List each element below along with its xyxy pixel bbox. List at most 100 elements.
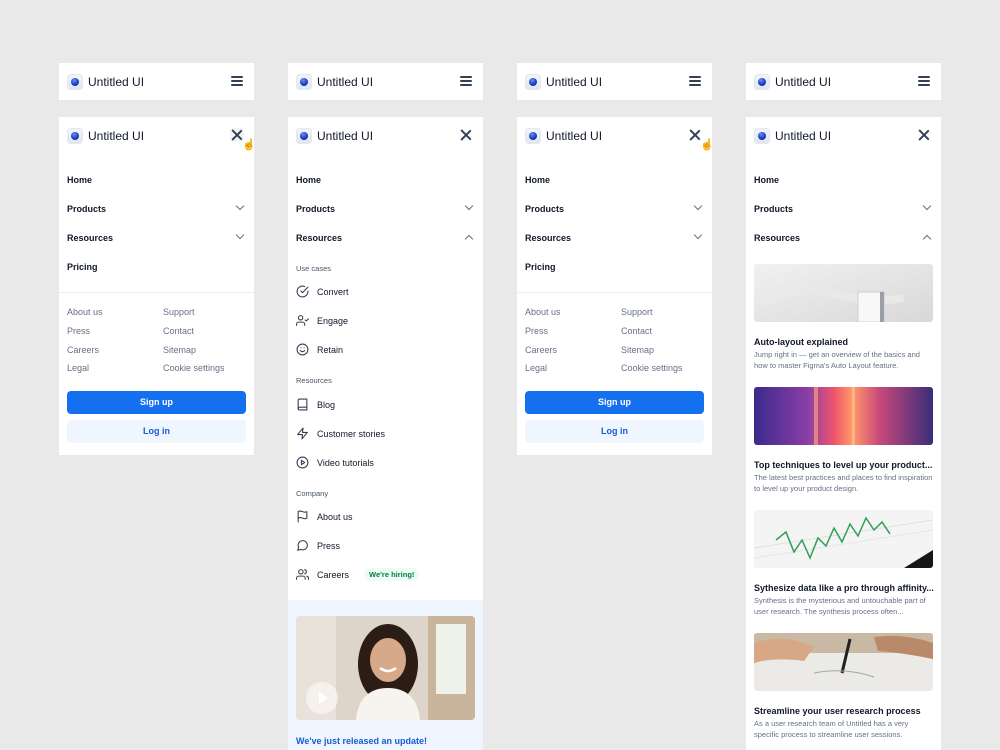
footer-link-cookie-settings[interactable]: Cookie settings xyxy=(163,363,225,373)
footer-link-sitemap[interactable]: Sitemap xyxy=(621,345,654,355)
login-button[interactable]: Log in xyxy=(67,420,246,443)
logo-icon xyxy=(296,128,312,144)
hamburger-menu-icon[interactable] xyxy=(918,76,930,86)
nav-pricing[interactable]: Pricing xyxy=(67,262,98,272)
footer-link-careers[interactable]: Careers xyxy=(525,345,557,355)
smile-icon xyxy=(296,343,309,356)
menu-header: Untitled UI xyxy=(59,117,254,154)
nav-resources[interactable]: Resources xyxy=(296,233,342,243)
article-description: Synthesis is the mysterious and untoucha… xyxy=(754,596,926,616)
nav-products[interactable]: Products xyxy=(754,204,793,214)
footer-link-press[interactable]: Press xyxy=(67,326,90,336)
nav-products[interactable]: Products xyxy=(525,204,564,214)
user-check-icon xyxy=(296,315,309,326)
menu-header: Untitled UI xyxy=(517,117,712,154)
mobile-header-closed-4: Untitled UI xyxy=(746,63,941,100)
logo-icon xyxy=(525,128,541,144)
logo-icon xyxy=(525,74,541,90)
chevron-down-icon[interactable] xyxy=(235,230,245,240)
mobile-header-closed-2: Untitled UI xyxy=(288,63,483,100)
article-image-auto-layout[interactable] xyxy=(754,264,933,322)
article-image-synthesize[interactable] xyxy=(754,510,933,568)
close-icon[interactable] xyxy=(917,128,931,142)
footer-link-about[interactable]: About us xyxy=(525,307,561,317)
signup-button[interactable]: Sign up xyxy=(525,391,704,414)
article-image-streamline[interactable] xyxy=(754,633,933,691)
nav-pricing[interactable]: Pricing xyxy=(525,262,556,272)
pointer-cursor-icon: ☝ xyxy=(700,139,714,151)
check-circle-icon xyxy=(296,285,309,298)
nav-home[interactable]: Home xyxy=(754,175,779,185)
footer-link-about[interactable]: About us xyxy=(67,307,103,317)
article-description: As a user research team of Untitled has … xyxy=(754,719,909,739)
mobile-menu-resources-articles: Untitled UI Home Products Resources Auto… xyxy=(746,117,941,750)
article-description: Jump right in — get an overview of the b… xyxy=(754,350,920,370)
footer-link-legal[interactable]: Legal xyxy=(67,363,89,373)
hamburger-menu-icon[interactable] xyxy=(689,76,701,86)
footer-link-contact[interactable]: Contact xyxy=(621,326,652,336)
article-title[interactable]: Auto-layout explained xyxy=(754,337,848,347)
nav-home[interactable]: Home xyxy=(67,175,92,185)
article-title[interactable]: Sythesize data like a pro through affini… xyxy=(754,583,934,593)
close-icon[interactable] xyxy=(459,128,473,142)
logo-icon xyxy=(67,128,83,144)
nav-products[interactable]: Products xyxy=(67,204,106,214)
video-thumbnail[interactable] xyxy=(296,616,475,720)
chevron-down-icon[interactable] xyxy=(235,201,245,211)
brand-name: Untitled UI xyxy=(546,75,603,89)
mobile-menu-resources-open: Untitled UI Home Products Resources Use … xyxy=(288,117,483,750)
logo-icon xyxy=(67,74,83,90)
footer-link-support[interactable]: Support xyxy=(621,307,653,317)
play-button-icon[interactable] xyxy=(306,682,338,714)
mobile-header-closed-3: Untitled UI xyxy=(517,63,712,100)
nav-home[interactable]: Home xyxy=(296,175,321,185)
message-circle-icon xyxy=(297,540,308,551)
brand-name: Untitled UI xyxy=(317,75,374,89)
brand-name: Untitled UI xyxy=(546,129,603,143)
nav-products[interactable]: Products xyxy=(296,204,335,214)
brand-name: Untitled UI xyxy=(88,75,145,89)
logo-icon xyxy=(296,74,312,90)
section-heading-company: Company xyxy=(296,489,329,498)
lightning-icon xyxy=(297,427,308,440)
section-heading-use-cases: Use cases xyxy=(296,264,332,273)
brand-name: Untitled UI xyxy=(317,129,374,143)
hiring-badge: We're hiring! xyxy=(364,568,420,581)
chevron-down-icon[interactable] xyxy=(693,230,703,240)
footer-link-support[interactable]: Support xyxy=(163,307,195,317)
hamburger-menu-icon[interactable] xyxy=(460,76,472,86)
brand-name: Untitled UI xyxy=(775,129,832,143)
chevron-up-icon[interactable] xyxy=(464,234,474,244)
login-button[interactable]: Log in xyxy=(525,420,704,443)
hamburger-menu-icon[interactable] xyxy=(231,76,243,86)
footer-link-press[interactable]: Press xyxy=(525,326,548,336)
footer-link-legal[interactable]: Legal xyxy=(525,363,547,373)
mobile-menu-open-3: Untitled UI ☝ Home Products Resources Pr… xyxy=(517,117,714,455)
footer-link-cookie-settings[interactable]: Cookie settings xyxy=(621,363,683,373)
section-heading-resources: Resources xyxy=(296,376,332,385)
article-image-techniques[interactable] xyxy=(754,387,933,445)
chevron-up-icon[interactable] xyxy=(922,234,932,244)
promo-section: We've just released an update! xyxy=(288,600,483,750)
menu-header: Untitled UI xyxy=(746,117,941,154)
nav-resources[interactable]: Resources xyxy=(525,233,571,243)
article-title[interactable]: Top techniques to level up your product.… xyxy=(754,460,932,470)
chevron-down-icon[interactable] xyxy=(464,201,474,211)
nav-home[interactable]: Home xyxy=(525,175,550,185)
chevron-down-icon[interactable] xyxy=(693,201,703,211)
nav-resources[interactable]: Resources xyxy=(67,233,113,243)
promo-title[interactable]: We've just released an update! xyxy=(296,736,427,746)
chevron-down-icon[interactable] xyxy=(922,201,932,211)
nav-resources[interactable]: Resources xyxy=(754,233,800,243)
signup-button[interactable]: Sign up xyxy=(67,391,246,414)
divider xyxy=(59,292,254,293)
mobile-menu-open-1: Untitled UI ☝ Home Products Resources Pr… xyxy=(59,117,256,455)
footer-link-careers[interactable]: Careers xyxy=(67,345,99,355)
article-description: The latest best practices and places to … xyxy=(754,473,933,493)
brand-name: Untitled UI xyxy=(775,75,832,89)
footer-link-contact[interactable]: Contact xyxy=(163,326,194,336)
mobile-header-closed-1: Untitled UI xyxy=(59,63,254,100)
footer-link-sitemap[interactable]: Sitemap xyxy=(163,345,196,355)
flag-icon xyxy=(297,510,308,523)
article-title[interactable]: Streamline your user research process xyxy=(754,706,921,716)
